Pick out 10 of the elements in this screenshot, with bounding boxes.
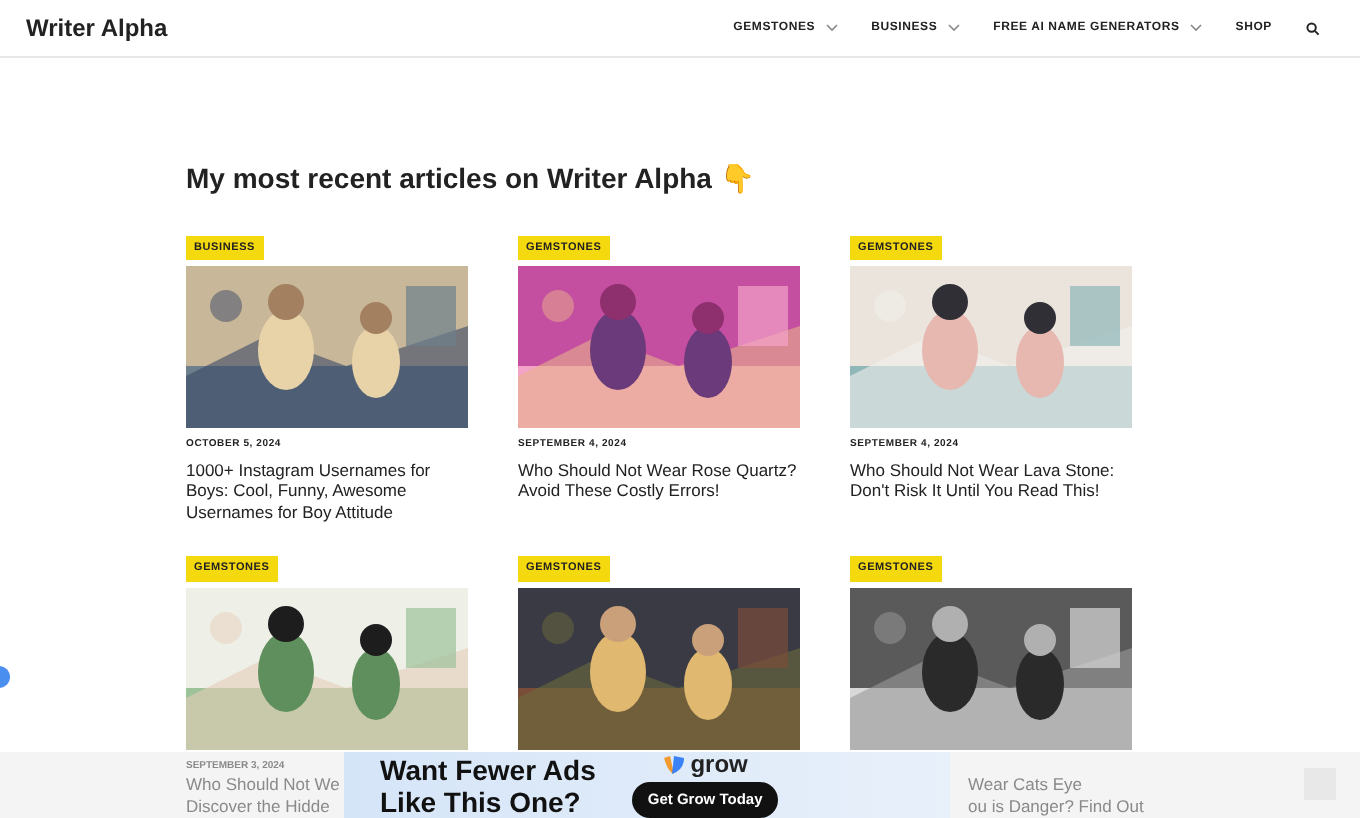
article-title[interactable]: Who Should Not Wear Rose Quartz? Avoid These Costly Errors! xyxy=(518,459,800,502)
section-heading: My most recent articles on Writer Alpha 👇 xyxy=(186,160,756,198)
ad-headline: Want Fewer Ads xyxy=(380,753,596,785)
site-title[interactable]: Writer Alpha xyxy=(26,10,168,46)
ad-headline: Like This One? xyxy=(380,785,583,817)
brand-name: grow xyxy=(690,752,748,779)
search-icon[interactable] xyxy=(1306,21,1320,35)
article-title[interactable]: Who Should Not Wear Lava Stone: Don't Risk It Until You Read This! xyxy=(850,459,1132,502)
brand-logo-icon xyxy=(662,754,687,777)
article-title[interactable]: 1000+ Instagram Usernames for Boys: Cool, Funny, Awesome Usernames for Boy Attitude xyxy=(186,459,468,523)
